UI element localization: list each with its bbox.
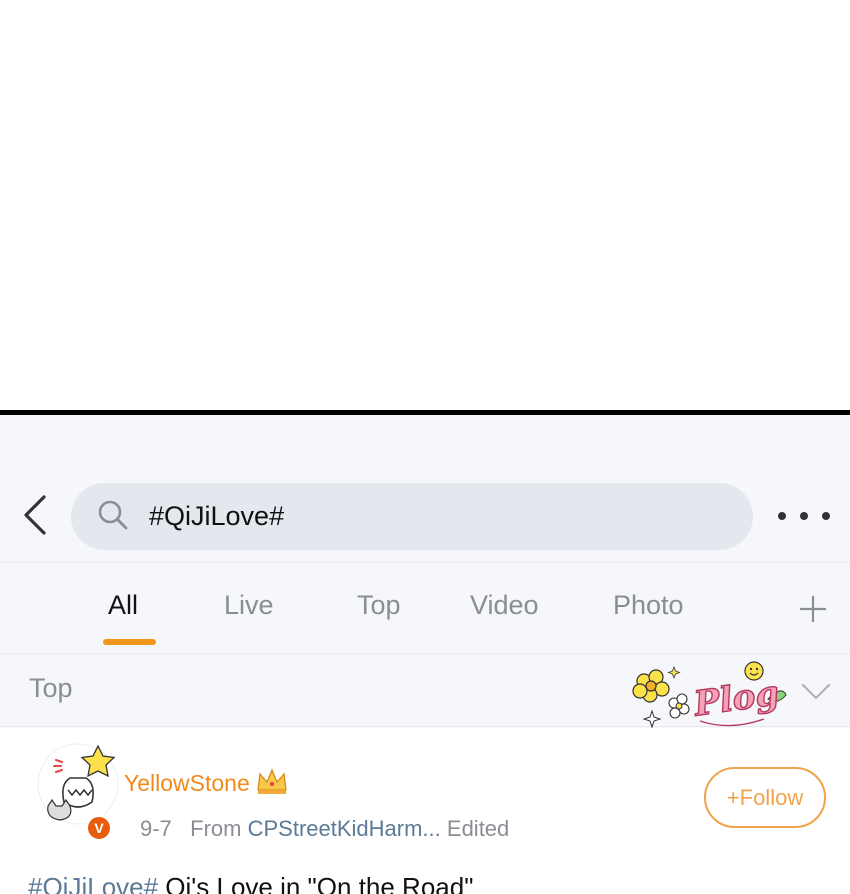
post-body: #QiJiLove# Qi's Love in "On the Road": [28, 872, 473, 894]
more-button[interactable]: [778, 507, 830, 525]
follow-button-label: +Follow: [726, 784, 804, 810]
edited-label: Edited: [446, 816, 510, 841]
tab-photo[interactable]: Photo: [613, 590, 684, 621]
flower-icon: [668, 693, 690, 719]
flower-icon: [632, 669, 670, 703]
post-body-text: Qi's Love in "On the Road": [158, 872, 474, 894]
post-source-link[interactable]: CPStreetKidHarm...: [248, 816, 441, 841]
crown-icon: [257, 768, 287, 794]
back-chevron-icon: [24, 495, 46, 535]
verified-icon: V: [85, 814, 113, 842]
more-dots-icon: [778, 512, 786, 520]
from-label: From: [190, 816, 242, 841]
back-button[interactable]: [18, 493, 52, 537]
avatar[interactable]: [36, 742, 120, 826]
section-label: Top: [29, 673, 73, 703]
plog-sticker[interactable]: Plog: [628, 659, 790, 729]
plus-icon[interactable]: [797, 593, 829, 625]
app-screen: #QiJiLove# All Live Top Video Photo Top: [0, 415, 850, 894]
blank-area: [0, 0, 850, 410]
more-dots-icon: [822, 512, 830, 520]
post-card: V YellowStone 9-7 From CPStreetKidHarm..…: [0, 728, 850, 894]
sticker-lettering: Plog: [691, 673, 782, 725]
chevron-down-icon[interactable]: [800, 677, 832, 705]
verified-badge-letter: V: [94, 820, 104, 836]
post-hashtag-link[interactable]: #QiJiLove#: [28, 872, 158, 894]
tab-top[interactable]: Top: [357, 590, 401, 621]
search-bar[interactable]: #QiJiLove#: [71, 483, 753, 550]
more-dots-icon: [800, 512, 808, 520]
post-date: 9-7: [140, 816, 172, 841]
tab-live[interactable]: Live: [224, 590, 274, 621]
active-tab-indicator: [103, 639, 156, 645]
tab-all[interactable]: All: [108, 590, 138, 621]
search-input[interactable]: #QiJiLove#: [149, 483, 284, 550]
post-meta: 9-7 From CPStreetKidHarm... Edited: [140, 816, 509, 842]
section-header: Top Plog: [0, 655, 850, 729]
username[interactable]: YellowStone: [124, 770, 250, 797]
tab-video[interactable]: Video: [470, 590, 539, 621]
search-icon: [98, 500, 128, 530]
follow-button[interactable]: +Follow: [704, 767, 826, 828]
